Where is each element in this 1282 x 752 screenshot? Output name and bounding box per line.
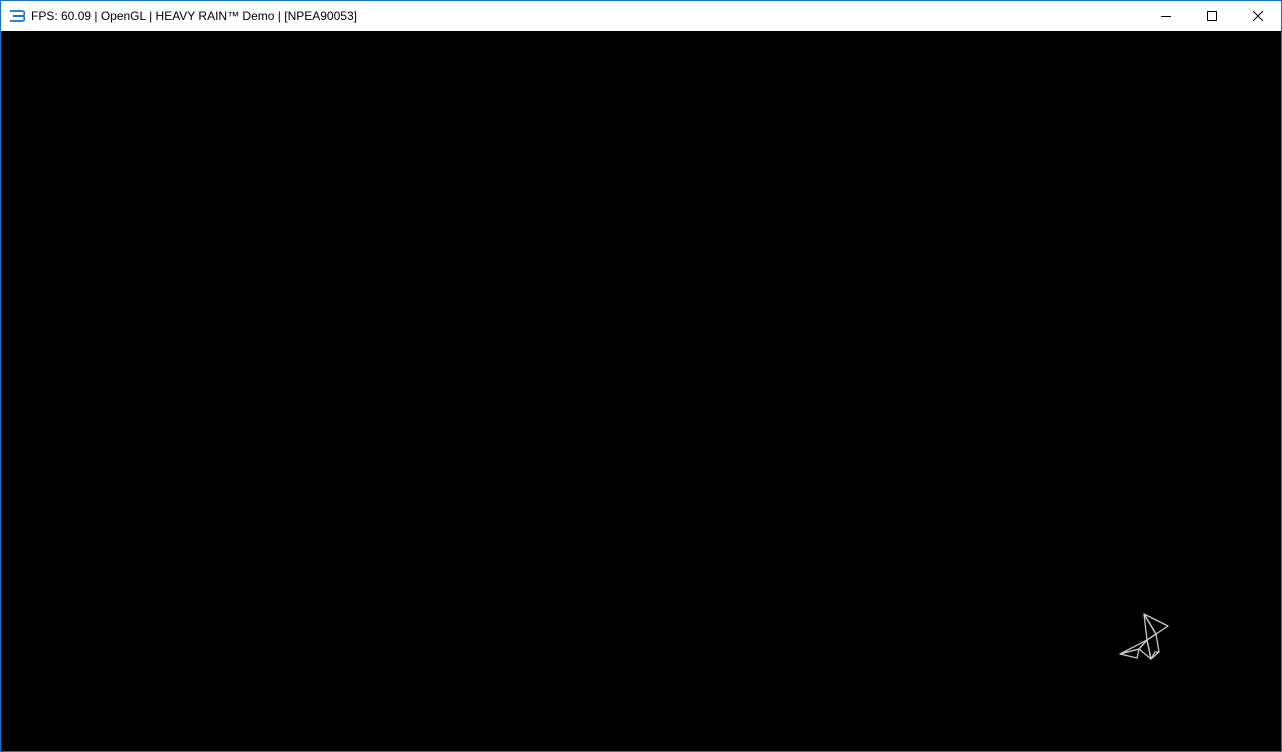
title-bar[interactable]: FPS: 60.09 | OpenGL | HEAVY RAIN™ Demo |… [1,1,1281,31]
window-title: FPS: 60.09 | OpenGL | HEAVY RAIN™ Demo |… [31,9,357,23]
emulator-window: FPS: 60.09 | OpenGL | HEAVY RAIN™ Demo |… [0,0,1282,752]
window-controls [1143,1,1281,31]
game-viewport[interactable] [1,31,1281,751]
maximize-icon [1207,11,1217,21]
minimize-button[interactable] [1143,1,1189,31]
maximize-button[interactable] [1189,1,1235,31]
minimize-icon [1161,16,1171,17]
close-icon [1253,11,1263,21]
close-button[interactable] [1235,1,1281,31]
origami-bird-icon [1119,613,1169,660]
rpcs3-logo-icon [9,8,25,24]
